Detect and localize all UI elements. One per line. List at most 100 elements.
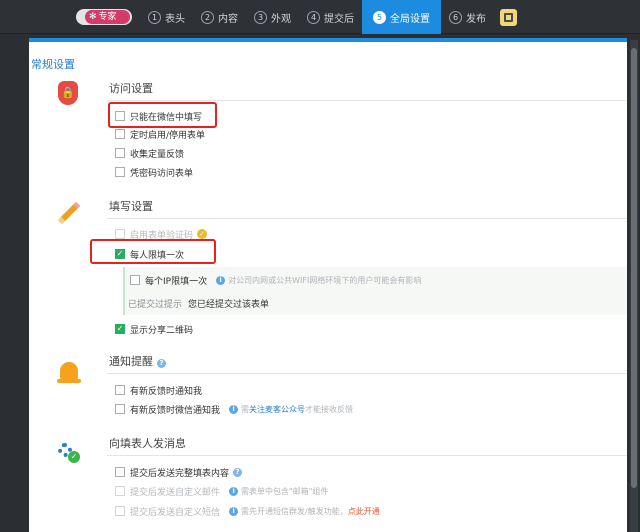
notify-title: 通知提醒 bbox=[109, 355, 153, 368]
step-number: 4 bbox=[307, 10, 320, 24]
mail-hint: i 需表单中包含"邮箱"组件 bbox=[229, 486, 328, 497]
checkbox[interactable] bbox=[115, 229, 125, 239]
hint-text: 需先开通短信群发/触发功能， bbox=[241, 506, 348, 516]
step-number: 6 bbox=[449, 10, 462, 24]
message-group-icon-wrap: ✓ bbox=[56, 439, 82, 465]
sms-hint: i 需先开通短信群发/触发功能， 点此开通 bbox=[229, 506, 380, 517]
divider bbox=[107, 373, 627, 374]
submitted-message-value[interactable]: 您已经提交过该表单 bbox=[188, 300, 269, 310]
divider bbox=[107, 455, 627, 456]
step-number: 5 bbox=[373, 10, 386, 24]
wechat-hint: i 需关注麦客公众号 才能接收反馈 bbox=[229, 404, 353, 415]
expert-mode-pill: ✻ 专家 bbox=[85, 10, 130, 24]
top-navigation-bar: ✻ 专家 1 表头 2 内容 3 外观 4 提交后 5 全局设置 6 发布 bbox=[0, 0, 640, 34]
global-settings-panel: 常规设置 🔒 访问设置 只能在微信中填写 定时启用/停用表单 收集定量反馈 凭密… bbox=[29, 38, 627, 532]
fill-group-icon-wrap bbox=[56, 200, 82, 226]
tab-header[interactable]: 1 表头 bbox=[140, 0, 193, 34]
expert-mode-label: 专家 bbox=[98, 12, 117, 22]
step-label: 表头 bbox=[165, 13, 185, 25]
highlight-box-wechat-only bbox=[108, 102, 217, 128]
help-icon[interactable]: ? bbox=[157, 359, 166, 368]
access-settings-title: 访问设置 bbox=[109, 82, 153, 95]
message-title: 向填表人发消息 bbox=[109, 437, 186, 450]
checkbox[interactable] bbox=[115, 506, 125, 516]
tab-after-submit[interactable]: 4 提交后 bbox=[299, 0, 362, 34]
info-icon: i bbox=[216, 275, 226, 285]
notify-group-icon-wrap bbox=[56, 358, 82, 384]
step-number: 1 bbox=[148, 10, 161, 24]
checkbox[interactable] bbox=[115, 404, 125, 414]
divider bbox=[107, 218, 627, 219]
checkbox-checked[interactable]: ✓ bbox=[115, 324, 125, 334]
option-collect-quota[interactable]: 收集定量反馈 bbox=[115, 146, 184, 160]
option-label: 凭密码访问表单 bbox=[130, 168, 194, 179]
option-send-custom-mail[interactable]: 提交后发送自定义邮件 i 需表单中包含"邮箱"组件 bbox=[115, 484, 328, 498]
tab-global-settings[interactable]: 5 全局设置 bbox=[362, 0, 441, 34]
checkbox[interactable] bbox=[115, 486, 125, 496]
option-label: 提交后发送自定义短信 bbox=[130, 507, 221, 518]
option-label: 提交后发送完整填表内容 bbox=[130, 468, 230, 479]
info-icon: i bbox=[229, 404, 239, 414]
follow-account-link[interactable]: 关注麦客公众号 bbox=[249, 404, 305, 415]
checkbox[interactable] bbox=[115, 167, 125, 177]
hint-text: 需 bbox=[241, 404, 250, 414]
shield-lock-icon: 🔒 bbox=[58, 81, 78, 105]
hint-text: 才能接收反馈 bbox=[305, 404, 354, 414]
submitted-message-key: 已提交过提示 bbox=[128, 300, 183, 310]
option-label: 显示分享二维码 bbox=[130, 325, 194, 336]
step-label: 外观 bbox=[271, 13, 291, 25]
step-label: 发布 bbox=[466, 13, 486, 25]
section-title: 常规设置 bbox=[31, 58, 75, 71]
verified-badge-icon: ✓ bbox=[197, 229, 208, 239]
hint-text: 对公司内网或公共WIFI网络环境下的用户可能会有影响 bbox=[228, 275, 422, 285]
option-once-per-ip[interactable]: 每个IP限填一次 i 对公司内网或公共WIFI网络环境下的用户可能会有影响 bbox=[130, 273, 421, 287]
option-label: 提交后发送自定义邮件 bbox=[130, 487, 221, 498]
info-icon: i bbox=[229, 506, 239, 516]
tab-appearance[interactable]: 3 外观 bbox=[246, 0, 299, 34]
checkbox[interactable] bbox=[115, 385, 125, 395]
tab-content[interactable]: 2 内容 bbox=[193, 0, 246, 34]
pencil-icon bbox=[57, 201, 81, 225]
notify-title-row: 通知提醒? bbox=[109, 353, 166, 369]
qr-preview-button[interactable] bbox=[500, 8, 517, 26]
access-group-icon-wrap: 🔒 bbox=[55, 80, 81, 106]
gears-icon: ✓ bbox=[58, 441, 80, 463]
highlight-box-once-per-person bbox=[90, 239, 216, 264]
enable-sms-link[interactable]: 点此开通 bbox=[348, 506, 380, 517]
checkbox[interactable] bbox=[115, 148, 125, 158]
ip-hint: i 对公司内网或公共WIFI网络环境下的用户可能会有影响 bbox=[216, 275, 421, 286]
tab-publish[interactable]: 6 发布 bbox=[441, 0, 494, 34]
option-label: 定时启用/停用表单 bbox=[130, 130, 206, 141]
checkbox[interactable] bbox=[115, 129, 125, 139]
step-tabs: 1 表头 2 内容 3 外观 4 提交后 5 全局设置 6 发布 bbox=[140, 0, 517, 34]
help-icon[interactable]: ? bbox=[233, 467, 243, 477]
checkbox[interactable] bbox=[115, 467, 125, 477]
gear-icon: ✻ bbox=[89, 12, 97, 22]
option-label: 每个IP限填一次 bbox=[145, 276, 208, 287]
info-icon: i bbox=[229, 486, 239, 496]
hint-text: 需表单中包含"邮箱"组件 bbox=[241, 486, 329, 496]
step-label: 提交后 bbox=[324, 13, 354, 25]
option-password-access[interactable]: 凭密码访问表单 bbox=[115, 165, 193, 179]
option-notify-wechat[interactable]: 有新反馈时微信通知我 i 需关注麦客公众号 才能接收反馈 bbox=[115, 402, 353, 416]
step-label: 内容 bbox=[218, 13, 238, 25]
fill-settings-title: 填写设置 bbox=[109, 200, 153, 213]
option-label: 有新反馈时微信通知我 bbox=[130, 405, 221, 416]
option-label: 有新反馈时通知我 bbox=[130, 386, 203, 397]
scrollbar-thumb[interactable] bbox=[631, 48, 637, 488]
bell-icon bbox=[57, 362, 81, 383]
submitted-message-row[interactable]: 已提交过提示 您已经提交过该表单 bbox=[128, 297, 269, 310]
option-send-full-content[interactable]: 提交后发送完整填表内容? bbox=[115, 465, 243, 479]
step-number: 3 bbox=[254, 10, 267, 24]
checkbox[interactable] bbox=[130, 275, 140, 285]
option-send-custom-sms[interactable]: 提交后发送自定义短信 i 需先开通短信群发/触发功能， 点此开通 bbox=[115, 504, 380, 518]
qr-code-icon bbox=[504, 12, 513, 22]
option-scheduled-enable[interactable]: 定时启用/停用表单 bbox=[115, 127, 205, 141]
divider bbox=[107, 100, 627, 101]
option-share-qr[interactable]: ✓ 显示分享二维码 bbox=[115, 322, 193, 336]
expert-mode-toggle[interactable]: ✻ 专家 bbox=[76, 9, 132, 25]
step-label: 全局设置 bbox=[390, 13, 430, 25]
step-number: 2 bbox=[201, 10, 214, 24]
option-label: 收集定量反馈 bbox=[130, 149, 185, 160]
option-notify-me[interactable]: 有新反馈时通知我 bbox=[115, 383, 202, 397]
